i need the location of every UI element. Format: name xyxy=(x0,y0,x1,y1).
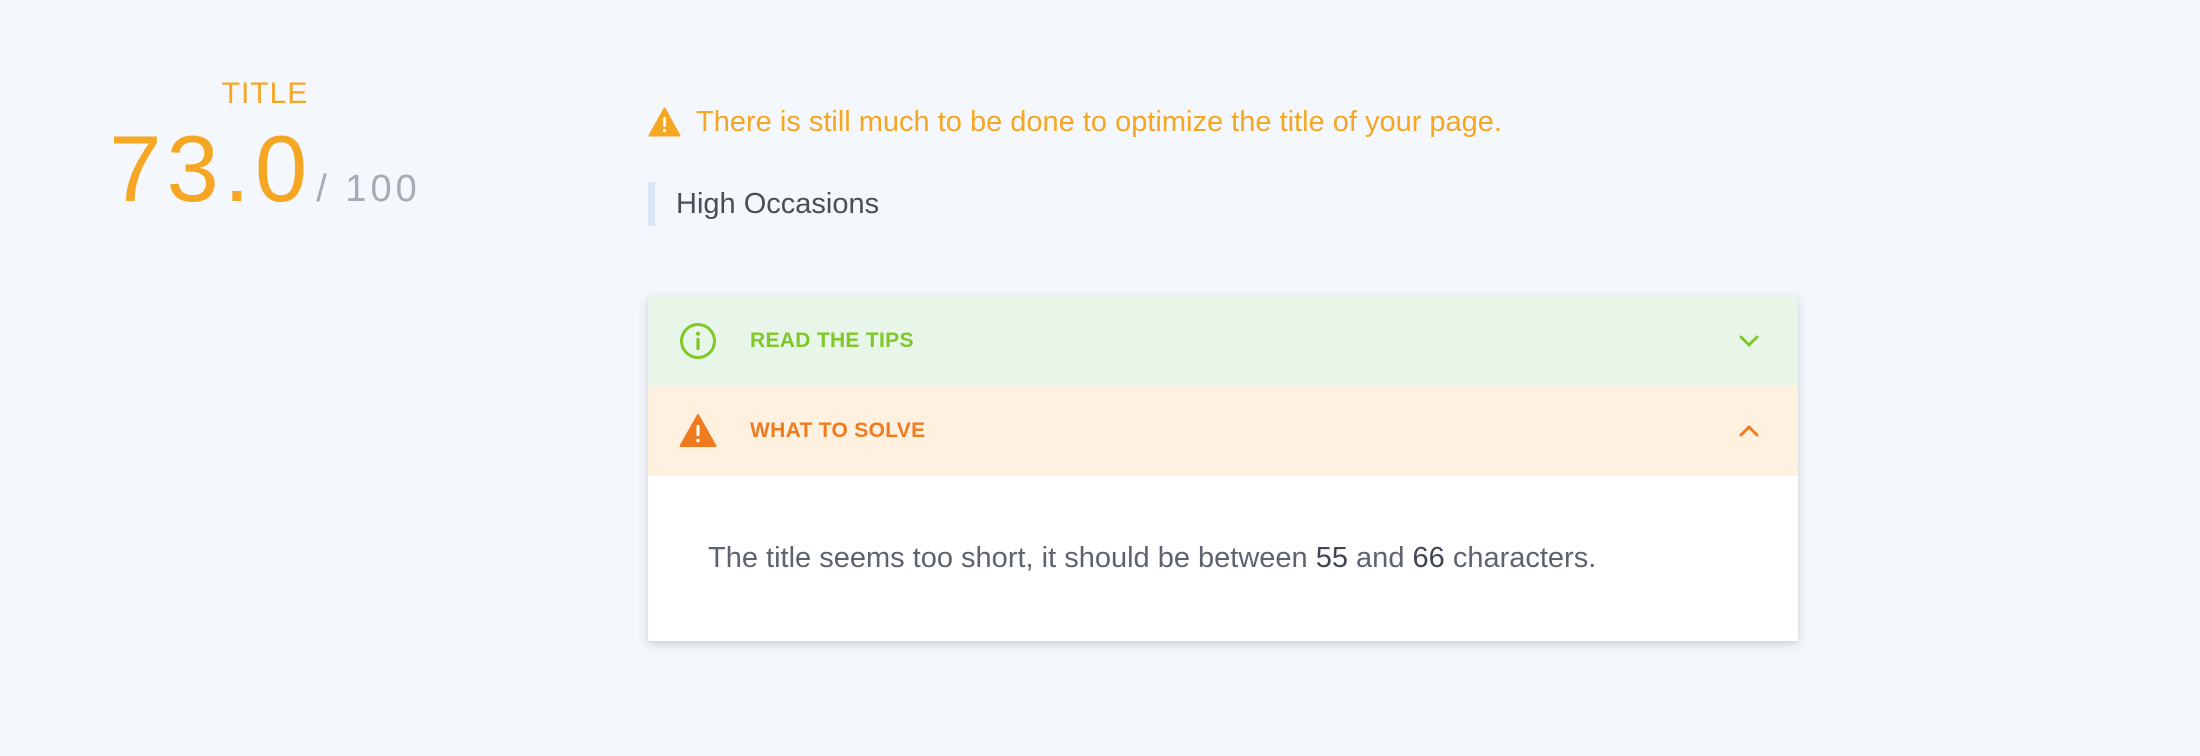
solve-message-before: The title seems too short, it should be … xyxy=(708,542,1316,574)
score-label: TITLE xyxy=(221,77,309,110)
solve-message-after: characters. xyxy=(1444,542,1597,574)
what-to-solve-label: WHAT TO SOLVE xyxy=(750,419,926,442)
alert-text: There is still much to be done to optimi… xyxy=(696,105,1502,138)
score-value: 73.0 xyxy=(109,116,313,221)
read-the-tips-label: READ THE TIPS xyxy=(750,329,914,352)
score-max: / 100 xyxy=(316,168,421,210)
what-to-solve-header[interactable]: WHAT TO SOLVE xyxy=(648,386,1798,476)
page-title-quote: High Occasions xyxy=(648,182,1798,226)
what-to-solve-body: The title seems too short, it should be … xyxy=(648,476,1798,641)
solve-message: The title seems too short, it should be … xyxy=(708,542,1596,575)
info-circle-icon xyxy=(680,323,716,359)
solve-message-middle: and xyxy=(1348,542,1413,574)
read-the-tips-header[interactable]: READ THE TIPS xyxy=(648,296,1798,386)
score-panel: TITLE 73.0/ 100 xyxy=(100,72,430,216)
warning-triangle-icon xyxy=(648,107,681,137)
advice-accordion: READ THE TIPS WHAT TO SOLVE The title se… xyxy=(648,296,1798,641)
chevron-down-icon[interactable] xyxy=(1738,334,1760,348)
warning-triangle-icon xyxy=(679,414,717,447)
page-title-value: High Occasions xyxy=(676,187,880,220)
main-content: There is still much to be done to optimi… xyxy=(648,100,1798,641)
score-line: 73.0/ 100 xyxy=(100,122,430,216)
status-alert: There is still much to be done to optimi… xyxy=(648,100,1798,144)
chevron-up-icon[interactable] xyxy=(1738,424,1760,438)
max-characters: 66 xyxy=(1412,542,1445,574)
min-characters: 55 xyxy=(1315,542,1348,574)
